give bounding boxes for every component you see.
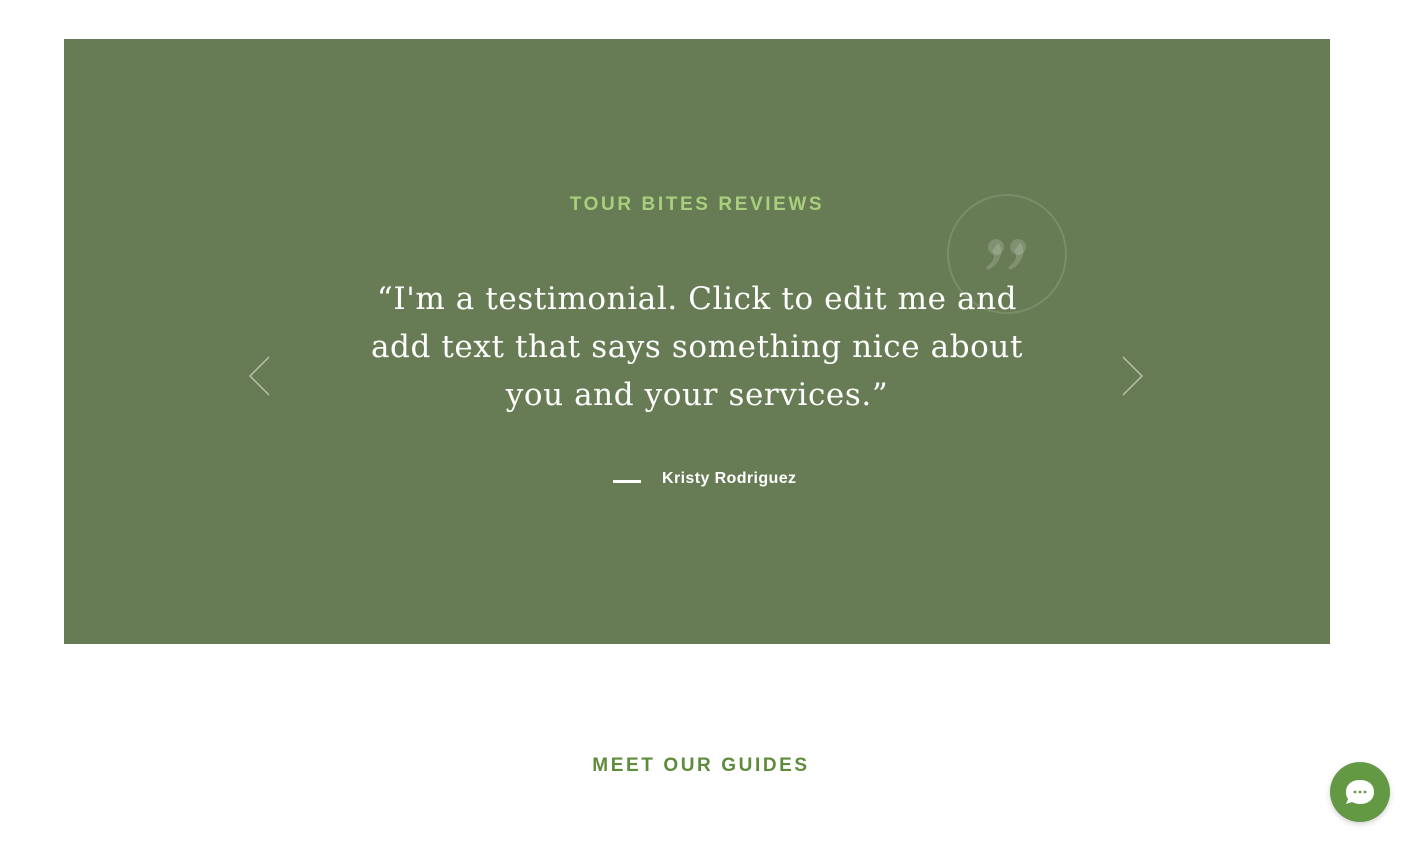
chat-button[interactable] — [1330, 762, 1390, 822]
chevron-left-icon — [249, 356, 270, 396]
previous-testimonial-button[interactable] — [248, 355, 272, 399]
reviews-section: TOUR BITES REVIEWS “I'm a testimonial. C… — [64, 39, 1330, 644]
reviews-title: TOUR BITES REVIEWS — [569, 194, 825, 215]
testimonial-quote: “I'm a testimonial. Click to edit me and… — [370, 281, 1024, 413]
chat-bubble-icon — [1346, 780, 1374, 804]
next-testimonial-button[interactable] — [1120, 355, 1144, 399]
chevron-right-icon — [1122, 356, 1143, 396]
page: TOUR BITES REVIEWS “I'm a testimonial. C… — [0, 0, 1402, 842]
author-name: Kristy Rodriguez — [662, 470, 797, 487]
guides-title: MEET OUR GUIDES — [592, 755, 810, 776]
author-dash — [613, 479, 641, 483]
testimonial-author: Kristy Rodriguez — [613, 467, 796, 491]
